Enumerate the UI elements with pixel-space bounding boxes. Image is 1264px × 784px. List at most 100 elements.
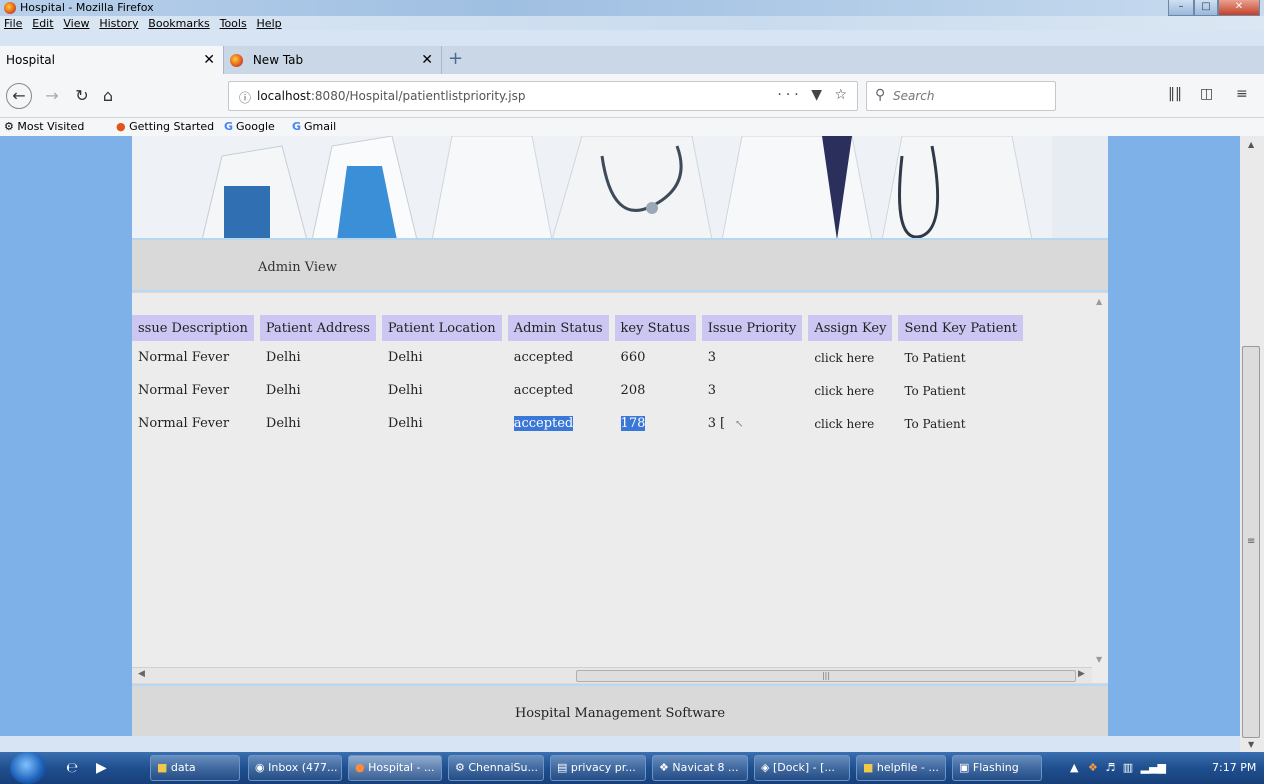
scroll-down-arrow-icon[interactable]: ▼ <box>1248 740 1254 749</box>
mouse-pointer-icon: ↖ <box>735 419 744 430</box>
page-vertical-scrollbar[interactable]: ▲ ≡ ▼ <box>1240 136 1264 752</box>
table-row: Normal Fever Delhi Delhi accepted 660 3 … <box>132 341 1023 374</box>
new-tab-button[interactable]: + <box>448 50 466 68</box>
chrome-icon: ◉ <box>255 761 269 774</box>
scroll-up-arrow-icon[interactable]: ▲ <box>1248 140 1254 149</box>
cell-key-status: 660 <box>620 350 646 365</box>
scroll-down-arrow-icon[interactable]: ▼ <box>1096 655 1102 664</box>
menu-help[interactable]: Help <box>257 17 282 30</box>
taskbar-button-hospital[interactable]: ● Hospital - ... <box>348 755 442 781</box>
tab-hospital[interactable]: Hospital ✕ <box>0 46 224 74</box>
taskbar-button-helpfile[interactable]: ■ helpfile - ... <box>856 755 946 781</box>
pocket-icon[interactable]: ▼ <box>811 87 826 103</box>
bookmark-getting-started[interactable]: ● Getting Started <box>116 120 214 133</box>
send-key-link[interactable]: To Patient <box>898 341 1023 374</box>
cell-patient-address: Delhi <box>265 383 301 398</box>
horizontal-scroll-thumb[interactable]: ||| <box>576 670 1076 682</box>
reload-button[interactable]: ↻ <box>70 84 94 108</box>
volume-icon[interactable]: ♬ <box>1105 761 1115 774</box>
home-button[interactable]: ⌂ <box>96 84 120 108</box>
scroll-right-arrow-icon[interactable]: ▶ <box>1078 669 1085 679</box>
cell-issue-priority: 3 <box>707 350 717 365</box>
internet-explorer-icon[interactable]: ℮ <box>66 760 78 776</box>
cell-patient-address: Delhi <box>265 350 301 365</box>
cell-patient-location: Delhi <box>387 383 423 398</box>
assign-key-link[interactable]: click here <box>808 341 892 374</box>
priority-value: 3 <box>707 416 717 431</box>
close-tab-icon[interactable]: ✕ <box>421 46 433 74</box>
table-panel: ssue Description Patient Address Patient… <box>132 293 1108 683</box>
clock[interactable]: 7:17 PM <box>1212 761 1256 774</box>
doctors-illustration <box>132 136 1108 238</box>
table-vertical-scrollbar[interactable]: ▲ ▼ <box>1092 293 1108 667</box>
menu-edit[interactable]: Edit <box>32 17 53 30</box>
assign-key-link[interactable]: click here <box>808 407 892 440</box>
info-icon[interactable]: ⓘ <box>239 89 251 106</box>
start-button[interactable] <box>10 752 46 784</box>
send-key-link[interactable]: To Patient <box>898 374 1023 407</box>
close-window-button[interactable]: ✕ <box>1218 0 1260 16</box>
divider <box>132 290 1108 292</box>
table-horizontal-scrollbar[interactable]: ◀ ||| ▶ <box>132 667 1092 683</box>
cell-issue-priority: 3 <box>707 383 717 398</box>
taskbar-label: [Dock] - [... <box>772 761 835 774</box>
menu-view[interactable]: View <box>63 17 89 30</box>
more-actions-icon[interactable]: ··· <box>777 87 802 103</box>
window-title: Hospital - Mozilla Firefox <box>20 1 154 14</box>
search-input[interactable] <box>893 87 1043 105</box>
taskbar-button-chennaisu[interactable]: ⚙ ChennaiSu... <box>448 755 544 781</box>
url-bar[interactable]: ⓘ localhost:8080/Hospital/patientlistpri… <box>228 81 858 111</box>
cell-patient-location: Delhi <box>387 416 423 431</box>
sidebar-icon[interactable]: ◫ <box>1200 86 1213 102</box>
minimize-button[interactable]: – <box>1168 0 1194 16</box>
menu-bookmarks[interactable]: Bookmarks <box>148 17 209 30</box>
tab-new-tab[interactable]: New Tab ✕ <box>224 46 442 74</box>
assign-key-link[interactable]: click here <box>808 374 892 407</box>
back-button[interactable]: ← <box>6 83 32 109</box>
taskbar-label: helpfile - ... <box>876 761 939 774</box>
taskbar-label: Flashing <box>972 761 1019 774</box>
tab-label: Hospital <box>6 53 55 67</box>
menu-file[interactable]: File <box>4 17 22 30</box>
google-icon: G <box>292 120 302 133</box>
media-player-icon[interactable]: ▶ <box>96 760 107 776</box>
bookmark-most-visited[interactable]: ⚙ Most Visited <box>4 120 84 133</box>
maximize-button[interactable]: □ <box>1194 0 1218 16</box>
send-key-link[interactable]: To Patient <box>898 407 1023 440</box>
bookmark-star-icon[interactable]: ☆ <box>834 87 851 103</box>
scroll-left-arrow-icon[interactable]: ◀ <box>138 669 145 679</box>
taskbar-button-privacy[interactable]: ▤ privacy pr... <box>550 755 646 781</box>
taskbar-button-data[interactable]: ■ data <box>150 755 240 781</box>
close-tab-icon[interactable]: ✕ <box>203 46 215 74</box>
bookmark-label: Most Visited <box>17 120 85 133</box>
scroll-up-arrow-icon[interactable]: ▲ <box>1096 297 1102 306</box>
taskbar-label: data <box>170 761 196 774</box>
url-text[interactable]: localhost:8080/Hospital/patientlistprior… <box>257 89 525 103</box>
admin-view-bar: Admin View <box>132 242 1108 292</box>
tray-app-icon[interactable]: ❖ <box>1088 761 1098 774</box>
menu-hamburger-icon[interactable]: ≡ <box>1236 86 1248 102</box>
search-box[interactable]: ⚲ <box>866 81 1056 111</box>
bookmark-google[interactable]: G Google <box>224 120 275 133</box>
footer-text: Hospital Management Software <box>514 706 726 721</box>
table-header-row: ssue Description Patient Address Patient… <box>132 315 1023 341</box>
network-icon[interactable]: ▥ <box>1123 761 1133 774</box>
taskbar-button-dock[interactable]: ◈ [Dock] - [... <box>754 755 850 781</box>
menu-history[interactable]: History <box>99 17 138 30</box>
signal-icon[interactable]: ▂▄▆ <box>1141 761 1166 774</box>
col-patient-location: Patient Location <box>381 315 502 341</box>
url-path: :8080/Hospital/patientlistpriority.jsp <box>310 89 526 103</box>
col-patient-address: Patient Address <box>259 315 376 341</box>
navicat-icon: ❖ <box>659 761 673 774</box>
cell-admin-status: accepted <box>513 383 574 398</box>
library-icon[interactable]: ‖‖ <box>1168 86 1182 102</box>
bookmark-gmail[interactable]: G Gmail <box>292 120 336 133</box>
menu-tools[interactable]: Tools <box>220 17 247 30</box>
show-hidden-icons-icon[interactable]: ▲ <box>1070 761 1078 774</box>
col-key-status: key Status <box>614 315 696 341</box>
col-issue-priority: Issue Priority <box>701 315 803 341</box>
taskbar-button-navicat[interactable]: ❖ Navicat 8 ... <box>652 755 748 781</box>
taskbar-button-flashing[interactable]: ▣ Flashing <box>952 755 1042 781</box>
forward-button[interactable]: → <box>40 84 64 108</box>
taskbar-button-inbox[interactable]: ◉ Inbox (477... <box>248 755 342 781</box>
